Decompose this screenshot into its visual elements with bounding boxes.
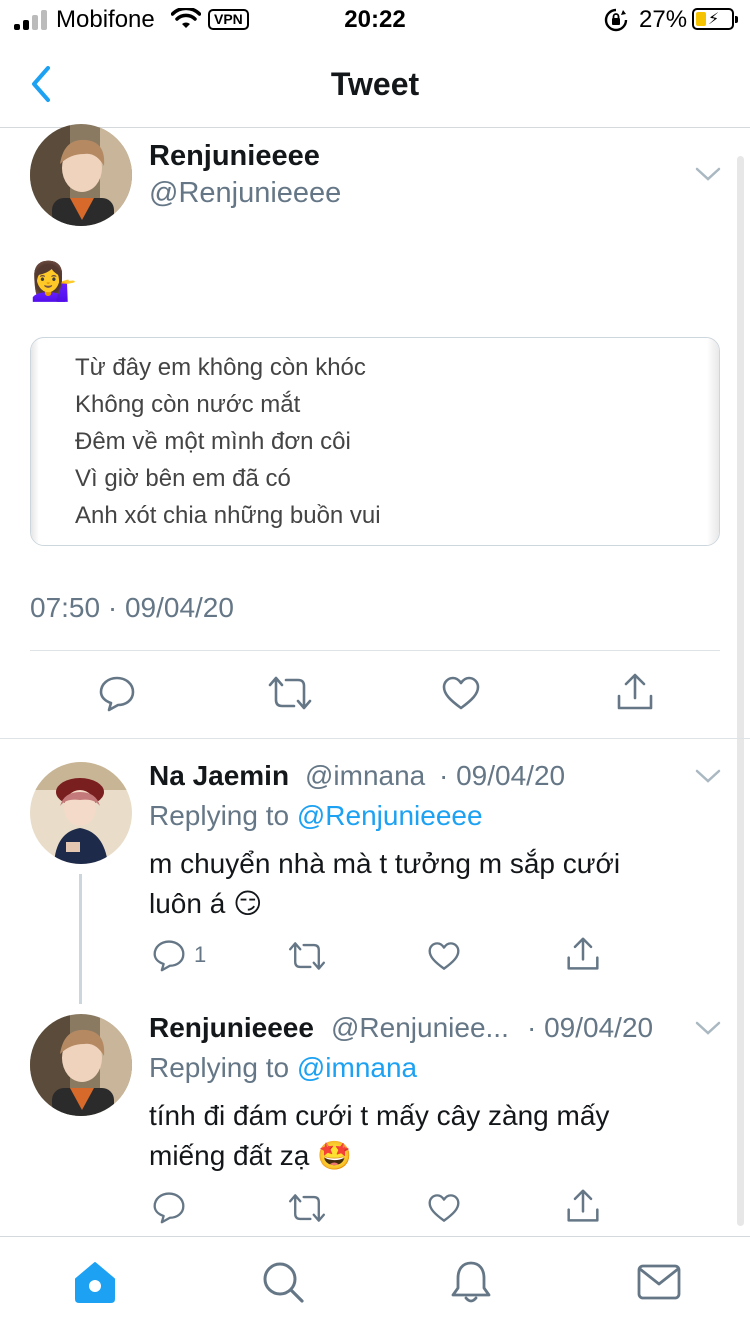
quote-line: Đêm về một mình đơn côi	[75, 428, 351, 455]
reply-author-handle[interactable]: @Renjuniee...	[331, 1012, 509, 1044]
chevron-down-icon[interactable]	[694, 164, 722, 184]
quote-line: Anh xót chia những buồn vui	[75, 502, 381, 529]
nav-bar: Tweet	[0, 40, 750, 128]
page-title: Tweet	[330, 66, 420, 102]
reply-date: · 09/04/20	[439, 760, 566, 791]
tweet-emoji: 💁‍♀️	[30, 261, 78, 303]
share-icon	[567, 937, 599, 970]
divider	[30, 650, 720, 651]
quote-image[interactable]: Từ đây em không còn khóc Không còn nước …	[30, 337, 720, 546]
reply-icon	[99, 676, 135, 712]
reply-text-line: miếng đất zạ 🤩	[149, 1140, 352, 1171]
retweet-button[interactable]	[288, 1192, 326, 1224]
tab-notifications[interactable]	[448, 1259, 494, 1310]
like-button[interactable]	[428, 1193, 460, 1223]
retweet-icon	[288, 942, 326, 970]
replying-to-label: Replying to	[149, 800, 290, 831]
reply-date: · 09/04/20	[527, 1012, 654, 1043]
like-button[interactable]	[442, 676, 480, 710]
quote-line: Không còn nước mắt	[75, 391, 301, 418]
divider	[0, 738, 750, 739]
reply-text-line: tính đi đám cưới t mấy cây zàng mấy	[149, 1100, 610, 1131]
scrollbar[interactable]	[737, 156, 744, 1226]
heart-icon	[428, 942, 460, 970]
share-icon	[617, 673, 653, 710]
reply-header: Renjunieeee @Renjuniee... · 09/04/20	[149, 1012, 729, 1052]
reply-text-line: luôn á 😏	[149, 888, 263, 919]
quote-line: Vì giờ bên em đã có	[75, 465, 291, 492]
replying-to: Replying to @imnana	[149, 1052, 417, 1084]
avatar[interactable]	[30, 124, 132, 226]
reply-text: m chuyển nhà mà t tưởng m sắp cưới luôn …	[149, 844, 620, 924]
rotation-lock-icon	[604, 8, 628, 32]
tab-home[interactable]	[72, 1259, 118, 1310]
reply-author-name[interactable]: Renjunieeee	[149, 1012, 314, 1044]
retweet-icon	[288, 1194, 326, 1222]
tab-search[interactable]	[260, 1259, 306, 1310]
reply-count: 1	[194, 942, 207, 967]
reply-button[interactable]	[152, 1190, 186, 1224]
retweet-icon	[268, 676, 312, 710]
reply-text: tính đi đám cưới t mấy cây zàng mấy miến…	[149, 1096, 609, 1176]
author-handle[interactable]: @Renjunieeee	[149, 177, 341, 210]
messages-icon	[637, 1264, 681, 1300]
heart-icon	[442, 676, 480, 710]
thread-line	[79, 874, 82, 1004]
share-button[interactable]	[566, 1188, 600, 1224]
tab-messages[interactable]	[636, 1259, 682, 1310]
status-time: 20:22	[344, 6, 406, 33]
reply-header: Na Jaemin @imnana · 09/04/20	[149, 760, 729, 800]
replying-to: Replying to @Renjunieeee	[149, 800, 483, 832]
retweet-button[interactable]	[268, 674, 312, 712]
reply-author-handle[interactable]: @imnana	[305, 760, 425, 792]
reply-text-line: m chuyển nhà mà t tưởng m sắp cưới	[149, 848, 621, 879]
avatar[interactable]	[30, 1014, 132, 1116]
replying-to-label: Replying to	[149, 1052, 290, 1083]
status-bar: Mobifone VPN 20:22 27% ⚡	[0, 0, 750, 40]
replying-to-link[interactable]: @Renjunieeee	[297, 800, 483, 831]
share-button[interactable]	[566, 936, 600, 972]
reply-icon	[153, 1192, 185, 1224]
battery-percent: 27%	[639, 6, 688, 33]
share-button[interactable]	[616, 672, 654, 712]
reply-icon	[153, 940, 185, 972]
home-icon	[75, 1262, 115, 1303]
reply-author-name[interactable]: Na Jaemin	[149, 760, 289, 792]
notifications-icon	[451, 1261, 491, 1303]
chevron-down-icon[interactable]	[694, 766, 722, 786]
search-icon	[263, 1262, 304, 1303]
reply-button[interactable]	[98, 674, 136, 712]
author-name[interactable]: Renjunieeee	[149, 140, 320, 173]
reply-button[interactable]: 1	[152, 938, 206, 972]
avatar[interactable]	[30, 762, 132, 864]
heart-icon	[428, 1194, 460, 1222]
battery-icon: ⚡	[692, 8, 738, 30]
tweet-timestamp: 07:50 · 09/04/20	[30, 592, 234, 623]
tab-bar	[0, 1236, 750, 1334]
replying-to-link[interactable]: @imnana	[297, 1052, 417, 1083]
retweet-button[interactable]	[288, 940, 326, 972]
share-icon	[567, 1189, 599, 1222]
chevron-down-icon[interactable]	[694, 1018, 722, 1038]
like-button[interactable]	[428, 941, 460, 971]
quote-line: Từ đây em không còn khóc	[75, 354, 366, 381]
